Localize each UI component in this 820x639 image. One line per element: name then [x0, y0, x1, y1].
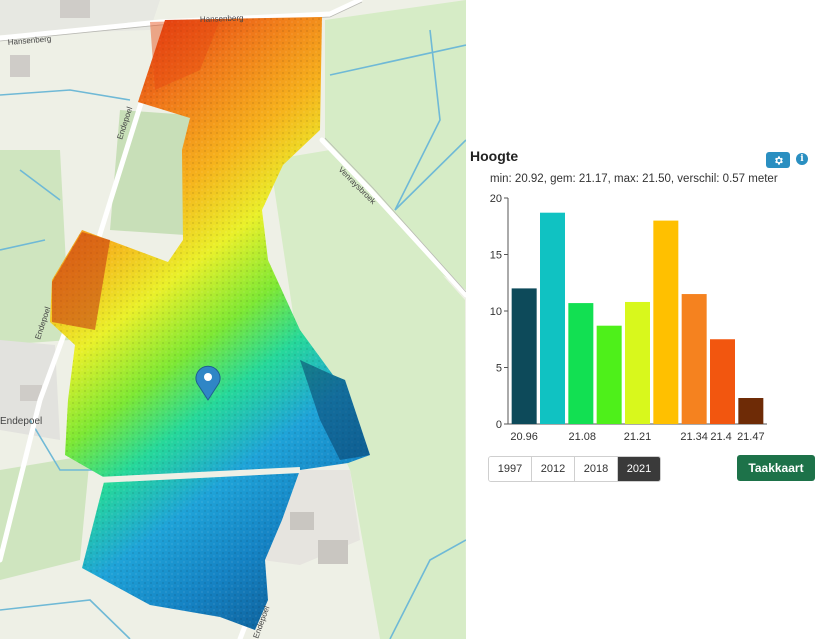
y-tick-label: 5	[496, 363, 502, 375]
histogram-bar	[568, 303, 594, 424]
y-tick-label: 20	[490, 193, 502, 205]
panel-title: Hoogte	[470, 148, 519, 164]
histogram-bar	[511, 288, 537, 424]
histogram-bar	[596, 325, 622, 424]
info-icon[interactable]: i	[796, 153, 808, 165]
histogram-bar	[625, 301, 650, 424]
height-stats: min: 20.92, gem: 21.17, max: 21.50, vers…	[490, 173, 778, 185]
histogram-bar	[681, 294, 707, 424]
x-tick-label: 21.4	[710, 431, 731, 443]
road-label-hansenberg-top: Hansenberg	[200, 13, 244, 24]
y-tick-label: 0	[496, 419, 502, 431]
year-selector: 1997 2012 2018 2021	[488, 456, 661, 482]
year-button-2021[interactable]: 2021	[618, 457, 660, 481]
year-button-2018[interactable]: 2018	[575, 457, 618, 481]
field-map[interactable]: Hansenberg Hansenberg Endepoel Endepoel …	[0, 0, 466, 639]
gear-icon	[774, 155, 783, 165]
road-label-endepoel-place: Endepoel	[0, 416, 42, 427]
x-tick-label: 21.21	[624, 431, 652, 443]
height-histogram: 0 5 10 15 20 20.96 21.08 21.21 21.34 21.4 21.47	[490, 193, 767, 443]
histogram-bar	[738, 398, 764, 424]
taakkaart-button[interactable]: Taakkaart	[737, 455, 815, 481]
settings-button[interactable]	[766, 152, 790, 168]
y-tick-label: 15	[490, 250, 502, 262]
y-tick-label: 10	[490, 306, 502, 318]
x-tick-label: 21.08	[568, 431, 596, 443]
year-button-2012[interactable]: 2012	[532, 457, 575, 481]
histogram-bar	[710, 339, 735, 424]
x-tick-label: 21.47	[737, 431, 765, 443]
x-tick-label: 20.96	[510, 431, 538, 443]
histogram-bar	[540, 212, 565, 424]
histogram-bar	[653, 220, 679, 424]
x-tick-label: 21.34	[680, 431, 708, 443]
height-panel: Hoogte i min: 20.92, gem: 21.17, max: 21…	[466, 0, 820, 639]
year-button-1997[interactable]: 1997	[489, 457, 532, 481]
